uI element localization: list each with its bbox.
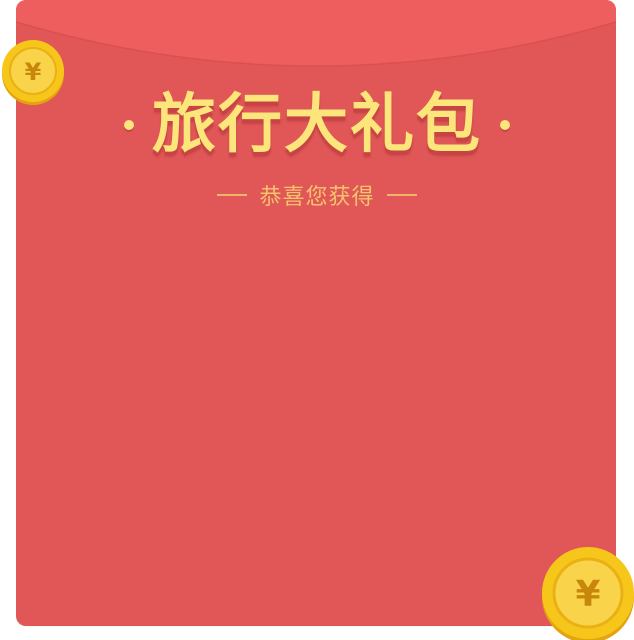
envelope-subtitle-row: 恭喜您获得 [0, 178, 634, 212]
envelope-title: 旅行大礼包 [152, 88, 482, 162]
red-envelope-stage: 旅行大礼包 恭喜您获得 ¥ ¥ [0, 0, 634, 640]
subtitle-right-line [386, 194, 417, 196]
subtitle-left-line [217, 194, 248, 196]
yuan-coin-icon: ¥ [542, 547, 634, 640]
envelope-flap [16, 0, 616, 67]
title-left-dot [124, 120, 134, 130]
title-right-dot [500, 120, 510, 130]
envelope-subtitle: 恭喜您获得 [259, 185, 375, 210]
yuan-coin-icon: ¥ [2, 40, 64, 105]
coin-symbol: ¥ [575, 574, 600, 615]
coin-symbol: ¥ [25, 58, 42, 86]
envelope-title-row: 旅行大礼包 [0, 80, 634, 170]
